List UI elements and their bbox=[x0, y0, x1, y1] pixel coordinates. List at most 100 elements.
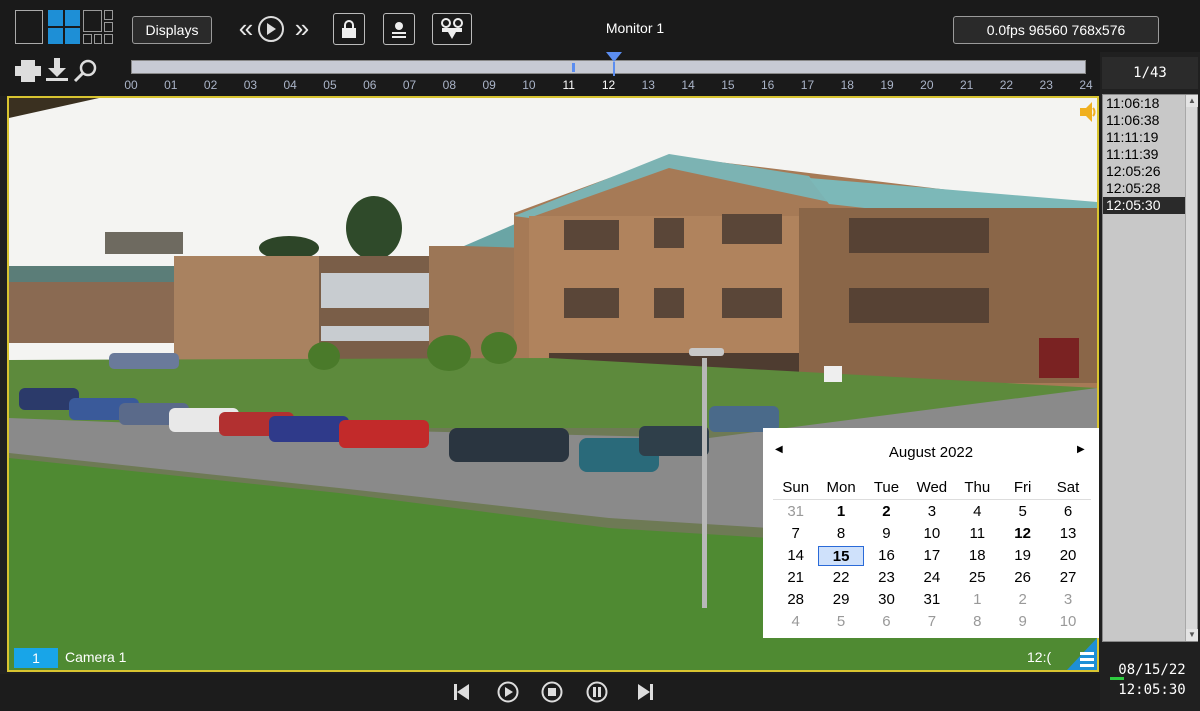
hour-label: 23 bbox=[1039, 78, 1053, 92]
calendar-day[interactable]: 7 bbox=[909, 612, 954, 632]
timeline-playhead[interactable] bbox=[606, 52, 623, 62]
calendar-day[interactable]: 22 bbox=[818, 568, 863, 588]
search-icon[interactable] bbox=[73, 58, 99, 84]
calendar-day[interactable]: 8 bbox=[955, 612, 1000, 632]
calendar-day[interactable]: 2 bbox=[1000, 590, 1045, 610]
calendar-day[interactable]: 16 bbox=[864, 546, 909, 566]
calendar-day[interactable]: 29 bbox=[818, 590, 863, 610]
calendar-day[interactable]: 24 bbox=[909, 568, 954, 588]
calendar-day[interactable]: 26 bbox=[1000, 568, 1045, 588]
calendar-day[interactable]: 10 bbox=[909, 524, 954, 544]
multi-layout-button[interactable] bbox=[83, 10, 113, 44]
calendar-day[interactable]: 3 bbox=[1045, 590, 1090, 610]
calendar-day[interactable]: 23 bbox=[864, 568, 909, 588]
calendar-day[interactable]: 7 bbox=[773, 524, 818, 544]
displays-button[interactable]: Displays bbox=[132, 16, 212, 44]
calendar-day[interactable]: 5 bbox=[1000, 502, 1045, 522]
calendar-day[interactable]: 3 bbox=[909, 502, 954, 522]
calendar-day[interactable]: 10 bbox=[1045, 612, 1090, 632]
tape-download-icon[interactable] bbox=[432, 13, 472, 45]
calendar-day[interactable]: 19 bbox=[1000, 546, 1045, 566]
calendar-day[interactable]: 17 bbox=[909, 546, 954, 566]
hour-label: 09 bbox=[482, 78, 496, 92]
time-list-item[interactable]: 12:05:30 bbox=[1103, 197, 1185, 214]
calendar-day[interactable]: 20 bbox=[1045, 546, 1090, 566]
calendar-day[interactable]: 1 bbox=[955, 590, 1000, 610]
date-picker-calendar[interactable]: ◀ August 2022 ▶ Sun Mon Tue Wed Thu Fri Sat 31 1… bbox=[763, 428, 1099, 638]
stream-stats: 0.0fps 96560 768x576 bbox=[953, 16, 1159, 44]
calendar-day[interactable]: 9 bbox=[864, 524, 909, 544]
calendar-day[interactable]: 5 bbox=[818, 612, 863, 632]
calendar-day[interactable]: 31 bbox=[773, 502, 818, 522]
step-back-icon[interactable] bbox=[450, 680, 474, 704]
play-icon[interactable] bbox=[258, 16, 284, 42]
time-items: 11:06:18 11:06:38 11:11:19 11:11:39 12:05:26… bbox=[1103, 95, 1197, 214]
scroll-down-icon[interactable]: ▼ bbox=[1186, 629, 1198, 641]
timeline-row: 00 01 02 03 04 05 06 07 08 09 10 11 12 13 14 15 16 17 18 19… bbox=[0, 52, 1100, 96]
fast-forward-icon[interactable]: » bbox=[288, 13, 316, 43]
print-icon[interactable] bbox=[15, 60, 41, 82]
menu-icon[interactable] bbox=[1067, 638, 1097, 670]
scrollbar[interactable]: ▲ ▼ bbox=[1185, 95, 1198, 641]
calendar-day-selected[interactable]: 15 bbox=[818, 546, 864, 566]
calendar-day[interactable]: 18 bbox=[955, 546, 1000, 566]
calendar-day[interactable]: 14 bbox=[773, 546, 818, 566]
calendar-week-row: 28 29 30 31 1 2 3 bbox=[773, 590, 1091, 612]
calendar-day[interactable]: 8 bbox=[818, 524, 863, 544]
calendar-day[interactable]: 9 bbox=[1000, 612, 1045, 632]
time-list-item[interactable]: 11:11:39 bbox=[1103, 146, 1185, 163]
calendar-day[interactable]: 27 bbox=[1045, 568, 1090, 588]
lock-icon[interactable] bbox=[333, 13, 365, 45]
single-layout-button[interactable] bbox=[15, 10, 43, 44]
hour-label: 07 bbox=[402, 78, 417, 92]
calendar-day[interactable]: 31 bbox=[909, 590, 954, 610]
scroll-up-icon[interactable]: ▲ bbox=[1186, 95, 1198, 107]
calendar-week-row: 7 8 9 10 11 12 13 bbox=[773, 524, 1091, 546]
calendar-day[interactable]: 2 bbox=[864, 502, 909, 522]
timeline-track[interactable] bbox=[131, 60, 1086, 74]
download-icon[interactable] bbox=[45, 58, 69, 82]
date-time-readout: 08/15/22 12:05:30 bbox=[1104, 660, 1200, 700]
weekday-label: Mon bbox=[826, 479, 856, 496]
speaker-icon[interactable] bbox=[1080, 102, 1096, 122]
hour-label: 04 bbox=[283, 78, 297, 92]
next-month-icon[interactable]: ▶ bbox=[1077, 444, 1085, 455]
calendar-day[interactable]: 6 bbox=[864, 612, 909, 632]
pause-button-icon[interactable] bbox=[585, 680, 609, 704]
calendar-week-row: 14 15 16 17 18 19 20 bbox=[773, 546, 1091, 568]
weekday-header-row: Sun Mon Tue Wed Thu Fri Sat bbox=[773, 478, 1091, 500]
hour-label: 24 bbox=[1079, 78, 1093, 92]
hour-label: 10 bbox=[522, 78, 536, 92]
nvr-viewer-app: Displays « » Monitor 1 0.0fps 96560 768x… bbox=[0, 0, 1200, 711]
calendar-day[interactable]: 28 bbox=[773, 590, 818, 610]
calendar-month-title: August 2022 bbox=[888, 444, 974, 461]
calendar-day[interactable]: 4 bbox=[955, 502, 1000, 522]
calendar-day[interactable]: 12 bbox=[1000, 524, 1045, 544]
time-list-item[interactable]: 11:06:38 bbox=[1103, 112, 1185, 129]
hour-label: 13 bbox=[641, 78, 655, 92]
time-list-item[interactable]: 11:06:18 bbox=[1103, 95, 1185, 112]
time-list-item[interactable]: 11:11:19 bbox=[1103, 129, 1185, 146]
step-forward-icon[interactable] bbox=[633, 680, 657, 704]
calendar-day[interactable]: 30 bbox=[864, 590, 909, 610]
hour-label: 18 bbox=[840, 78, 854, 92]
calendar-day[interactable]: 4 bbox=[773, 612, 818, 632]
eject-icon[interactable] bbox=[383, 13, 415, 45]
hour-label: 15 bbox=[721, 78, 735, 92]
calendar-day[interactable]: 1 bbox=[818, 502, 863, 522]
calendar-day[interactable]: 25 bbox=[955, 568, 1000, 588]
hour-label: 05 bbox=[323, 78, 337, 92]
event-time-list[interactable]: 11:06:18 11:06:38 11:11:19 11:11:39 12:05:26… bbox=[1102, 94, 1198, 642]
time-list-item[interactable]: 12:05:28 bbox=[1103, 180, 1185, 197]
calendar-day[interactable]: 13 bbox=[1045, 524, 1090, 544]
play-button-icon[interactable] bbox=[496, 680, 520, 704]
time-list-item[interactable]: 12:05:26 bbox=[1103, 163, 1185, 180]
calendar-day[interactable]: 6 bbox=[1045, 502, 1090, 522]
hour-label: 02 bbox=[203, 78, 218, 92]
calendar-day[interactable]: 21 bbox=[773, 568, 818, 588]
rewind-icon[interactable]: « bbox=[232, 13, 260, 43]
calendar-day[interactable]: 11 bbox=[955, 524, 1000, 544]
hour-label: 16 bbox=[760, 78, 775, 92]
stop-button-icon[interactable] bbox=[540, 680, 564, 704]
quad-layout-button[interactable] bbox=[48, 10, 80, 44]
